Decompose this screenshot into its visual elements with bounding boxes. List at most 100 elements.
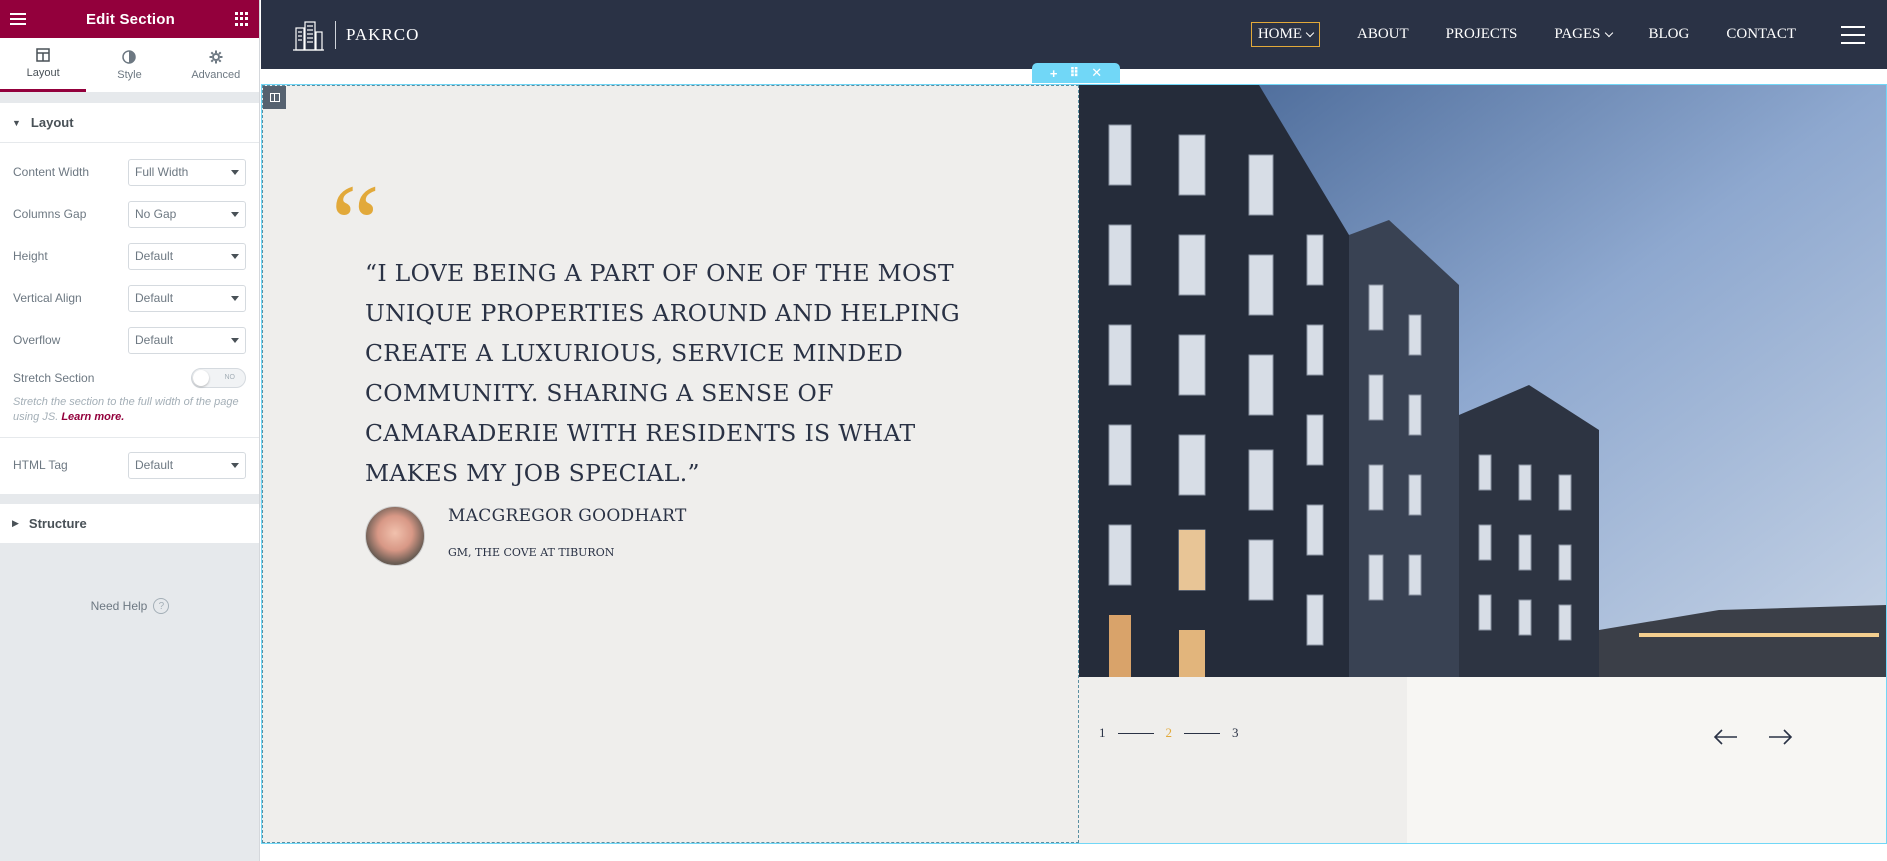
need-help-label: Need Help: [90, 599, 148, 613]
control-height: Height Default: [0, 235, 259, 277]
html-tag-label: HTML Tag: [13, 458, 68, 472]
tab-layout[interactable]: Layout: [0, 38, 87, 92]
nav-home-label: HOME: [1257, 26, 1302, 42]
page-3[interactable]: 3: [1232, 725, 1239, 741]
control-stretch-section: Stretch Section NO: [0, 361, 259, 395]
arrow-right-icon[interactable]: [1765, 727, 1795, 747]
overflow-label: Overflow: [13, 333, 61, 347]
dropdown-arrow-icon: [231, 295, 239, 301]
slider-arrows: [1699, 727, 1807, 747]
panel-header: Edit Section: [0, 0, 259, 38]
vertical-align-select[interactable]: Default: [128, 284, 246, 312]
nav-pages[interactable]: PAGES: [1554, 26, 1613, 43]
style-icon: [122, 49, 137, 64]
widgets-grid-icon[interactable]: [234, 12, 249, 26]
control-vertical-align: Vertical Align Default: [0, 277, 259, 319]
height-label: Height: [13, 249, 48, 263]
arrow-left-icon[interactable]: [1711, 727, 1741, 747]
page-2[interactable]: 2: [1166, 725, 1173, 741]
hamburger-menu-icon[interactable]: [10, 13, 26, 25]
columns-gap-label: Columns Gap: [13, 207, 87, 221]
site-header: PAKRCO HOME ABOUT PROJECTS PAGES BLOG CO…: [261, 0, 1887, 69]
page-1[interactable]: 1: [1099, 725, 1106, 741]
slider-pagination: 1 2 3: [1099, 725, 1239, 741]
nav-about-label: ABOUT: [1357, 26, 1409, 42]
section-handle[interactable]: + ⠿ ✕: [1032, 63, 1120, 83]
close-icon[interactable]: ✕: [1091, 65, 1102, 81]
nav-projects-label: PROJECTS: [1445, 26, 1518, 42]
toggle-text: NO: [224, 374, 236, 381]
caret-down-icon: ▼: [12, 117, 21, 128]
overflow-value: Default: [135, 333, 174, 347]
control-columns-gap: Columns Gap No Gap: [0, 193, 259, 235]
vertical-align-label: Vertical Align: [13, 291, 82, 305]
height-select[interactable]: Default: [128, 242, 246, 270]
structure-section-title: Structure: [28, 516, 87, 531]
layout-icon: [36, 48, 50, 62]
nav-contact-label: CONTACT: [1726, 26, 1796, 42]
image-slider-column: 1 2 3: [1079, 85, 1886, 843]
html-tag-select[interactable]: Default: [128, 451, 246, 479]
height-value: Default: [135, 249, 174, 263]
testimonial-section[interactable]: “ “I love being a part of one of the mos…: [261, 84, 1887, 844]
tab-style-label: Style: [117, 68, 142, 81]
columns-gap-value: No Gap: [135, 207, 177, 221]
html-tag-value: Default: [135, 458, 174, 472]
pagination-line: [1184, 732, 1220, 734]
logo-name: PAKRCO: [346, 24, 420, 44]
control-content-width: Content Width Full Width: [0, 151, 259, 193]
tab-advanced[interactable]: Advanced: [173, 38, 259, 92]
tab-advanced-label: Advanced: [191, 68, 241, 81]
author-role: GM, The Cove at Tiburon: [448, 546, 615, 559]
nav-home[interactable]: HOME: [1250, 22, 1320, 47]
gear-icon: [209, 50, 223, 63]
avatar: [365, 506, 425, 566]
dropdown-arrow-icon: [231, 253, 239, 259]
slider-footer-left: [1079, 677, 1407, 843]
nav-about[interactable]: ABOUT: [1357, 26, 1409, 43]
stretch-section-label: Stretch Section: [13, 371, 95, 385]
stretch-hint: Stretch the section to the full width of…: [0, 395, 259, 437]
editor-panel: Edit Section Layout Style Advanced ▼ Lay…: [0, 0, 260, 861]
need-help-link[interactable]: Need Help ?: [0, 598, 260, 614]
caret-right-icon: ▶: [12, 518, 19, 528]
dropdown-arrow-icon: [231, 337, 239, 343]
overflow-select[interactable]: Default: [128, 326, 246, 354]
author-name: MacGregor Goodhart: [448, 506, 687, 526]
drag-handle-icon[interactable]: ⠿: [1069, 65, 1079, 81]
content-width-select[interactable]: Full Width: [128, 158, 246, 186]
building-logo-icon: [293, 20, 324, 51]
dropdown-arrow-icon: [231, 462, 239, 468]
vertical-align-value: Default: [135, 291, 174, 305]
dropdown-arrow-icon: [231, 169, 239, 175]
nav-blog[interactable]: BLOG: [1649, 26, 1690, 43]
hamburger-menu-icon[interactable]: [1841, 25, 1865, 44]
logo-separator: [335, 20, 336, 49]
nav-pages-label: PAGES: [1554, 26, 1601, 42]
panel-body: ▼ Layout Content Width Full Width Column…: [0, 103, 259, 494]
learn-more-link[interactable]: Learn more.: [61, 411, 124, 423]
site-logo[interactable]: PAKRCO: [291, 18, 419, 52]
testimonial-quote: “I love being a part of one of the most …: [365, 259, 960, 487]
columns-gap-select[interactable]: No Gap: [128, 200, 246, 228]
stretch-hint-text: Stretch the section to the full width of…: [13, 396, 239, 423]
tab-style[interactable]: Style: [86, 38, 172, 92]
layout-section-toggle[interactable]: ▼ Layout: [0, 103, 259, 143]
main-nav: HOME ABOUT PROJECTS PAGES BLOG CONTACT: [1214, 22, 1865, 47]
building-photo: [1079, 85, 1886, 677]
chevron-down-icon: [1604, 28, 1613, 38]
testimonial-column[interactable]: “ “I love being a part of one of the mos…: [262, 85, 1079, 843]
nav-projects[interactable]: PROJECTS: [1446, 26, 1518, 43]
stretch-section-toggle[interactable]: NO: [191, 368, 246, 388]
add-section-icon[interactable]: +: [1050, 66, 1058, 81]
toggle-knob: [193, 370, 209, 386]
site-preview: PAKRCO HOME ABOUT PROJECTS PAGES BLOG CO…: [261, 0, 1887, 861]
layout-section-title: Layout: [30, 115, 74, 130]
nav-blog-label: BLOG: [1648, 26, 1690, 42]
structure-section-toggle[interactable]: ▶ Structure: [0, 504, 259, 544]
help-question-icon: ?: [153, 598, 170, 614]
column-handle-icon[interactable]: [263, 86, 286, 109]
nav-contact[interactable]: CONTACT: [1726, 26, 1796, 43]
content-width-label: Content Width: [13, 165, 90, 179]
panel-title: Edit Section: [85, 10, 176, 28]
